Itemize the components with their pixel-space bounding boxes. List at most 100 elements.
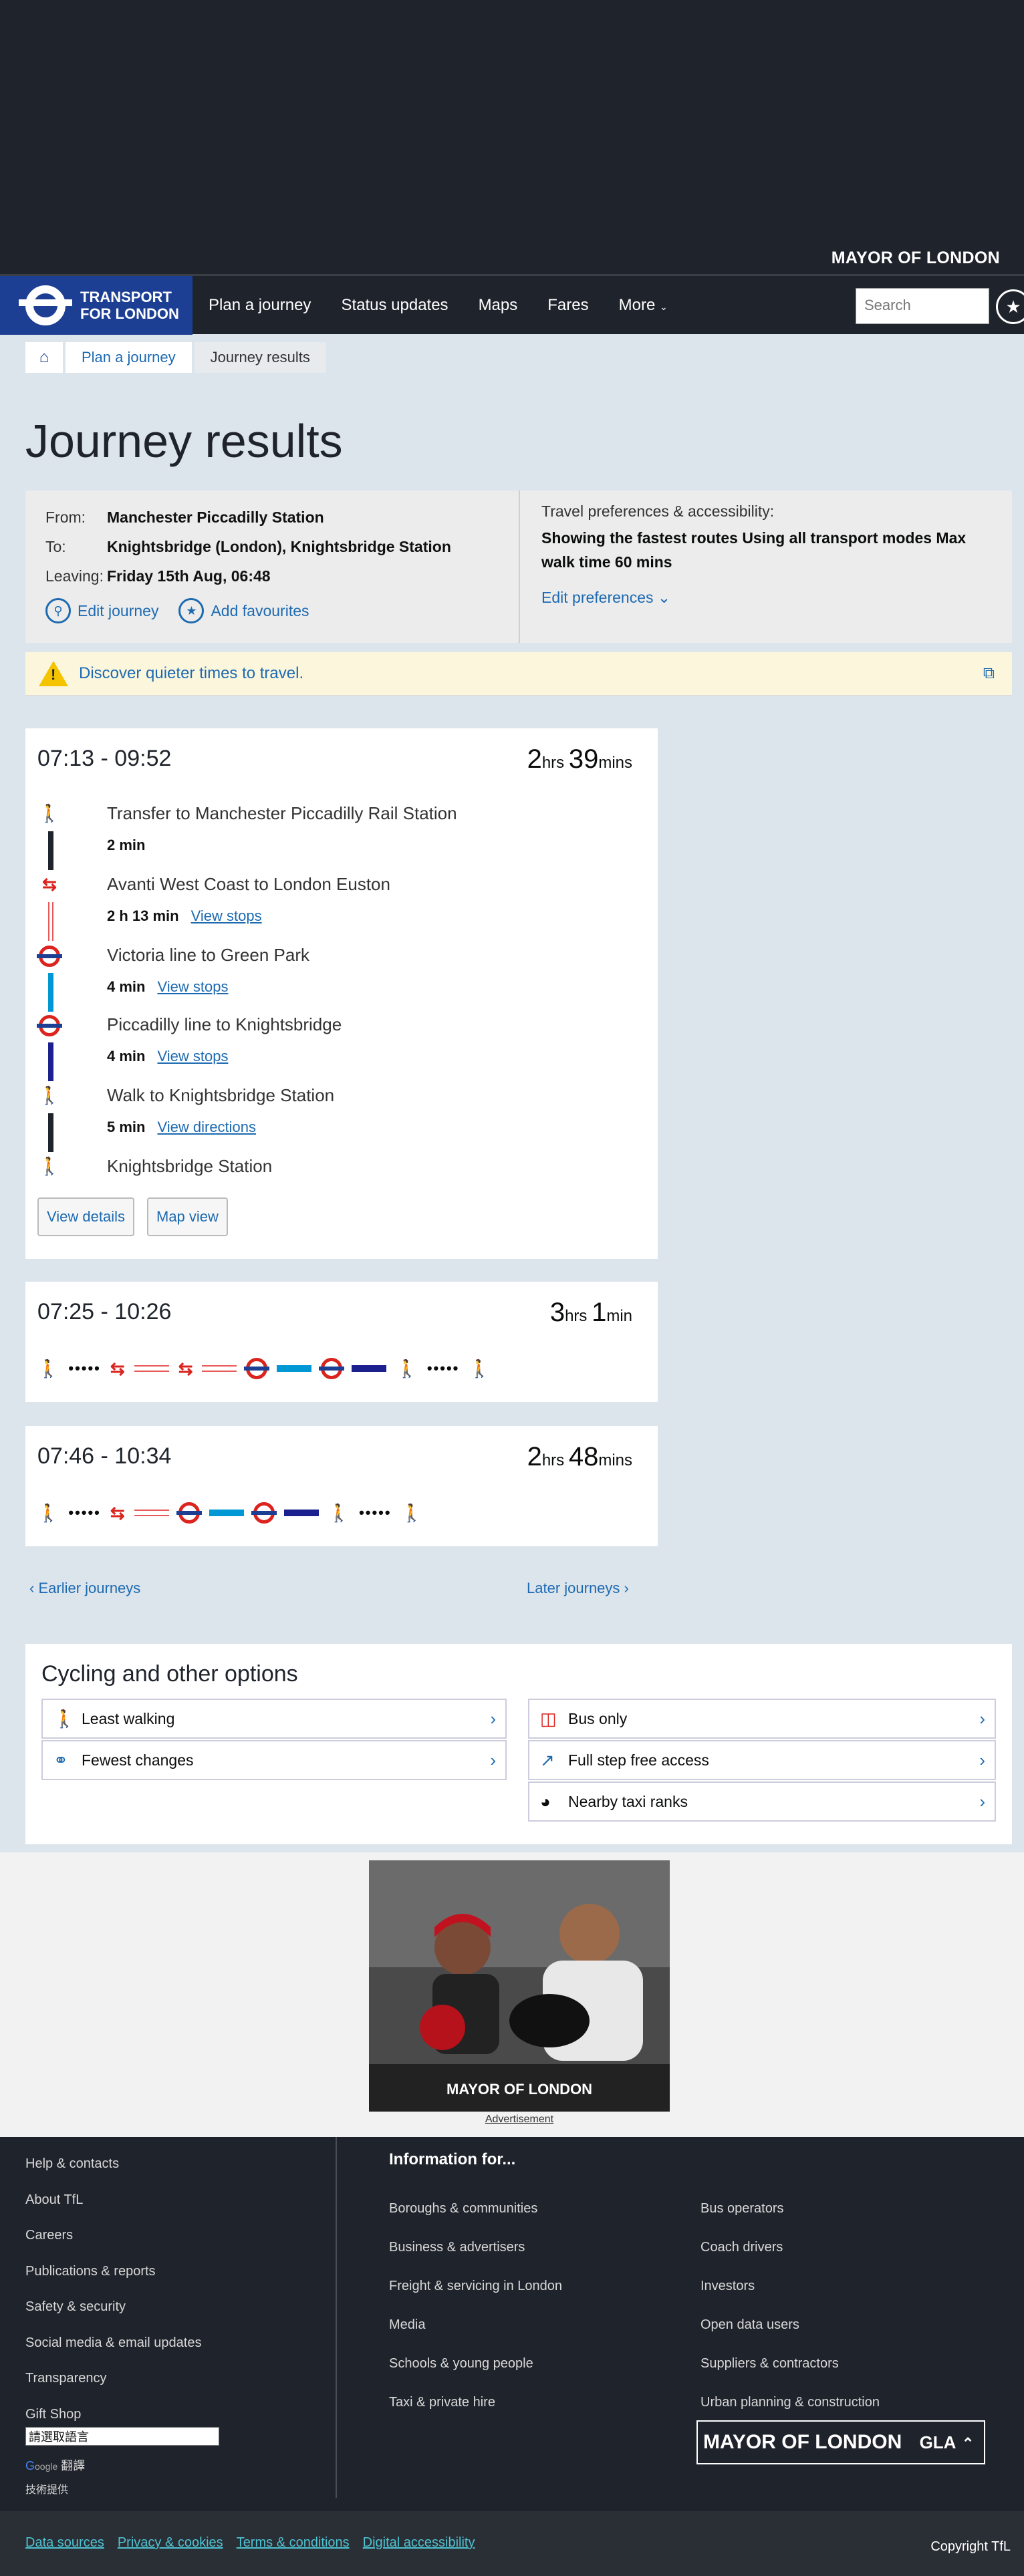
copyright: Copyright TfL xyxy=(930,2539,1011,2554)
bus-only-option[interactable]: ◫ Bus only › xyxy=(528,1699,996,1739)
taxi-icon: ◕ xyxy=(540,1791,551,1812)
view-details-button[interactable]: View details xyxy=(37,1197,134,1236)
star-icon: ★ xyxy=(178,598,205,623)
journey-duration: 2hrs 48mins xyxy=(527,1442,632,1471)
edit-journey-link[interactable]: ⚲ Edit journey xyxy=(45,596,158,625)
view-stops-link[interactable]: View stops xyxy=(191,907,262,924)
mode-strip: 🚶 ••••• ⇆ ⇆ 🚶 ••••• 🚶 xyxy=(37,1358,491,1379)
view-stops-link[interactable]: View stops xyxy=(157,1048,228,1064)
footer-link[interactable]: Suppliers & contractors xyxy=(700,2344,880,2383)
victoria-line xyxy=(209,1510,244,1516)
legal-links: Data sources Privacy & cookies Terms & c… xyxy=(25,2535,475,2551)
footer-link[interactable]: Social media & email updates xyxy=(25,2325,201,2362)
rail-line xyxy=(134,1365,169,1372)
view-stops-link[interactable]: View stops xyxy=(157,978,228,995)
footer-link[interactable]: Media xyxy=(389,2305,562,2344)
piccadilly-line xyxy=(352,1365,387,1372)
footer-link[interactable]: Bus operators xyxy=(700,2189,880,2228)
prefs-label: Travel preferences & accessibility: xyxy=(541,503,775,520)
add-favourites-link[interactable]: ★ Add favourites xyxy=(178,596,309,625)
walk-icon: 🚶 xyxy=(38,1156,61,1176)
footer-link[interactable]: Safety & security xyxy=(25,2289,201,2325)
mayor-of-london-logo[interactable]: MAYOR OF LONDON xyxy=(831,249,1000,268)
nav-maps[interactable]: Maps xyxy=(479,296,518,315)
taxi-ranks-option[interactable]: ◕ Nearby taxi ranks › xyxy=(528,1781,996,1822)
step-free-option[interactable]: ↗ Full step free access › xyxy=(528,1740,996,1780)
google-translate[interactable]: Google 翻譯 xyxy=(25,2456,85,2474)
footer-link[interactable]: Boroughs & communities xyxy=(389,2189,562,2228)
privacy-link[interactable]: Privacy & cookies xyxy=(118,2535,223,2551)
advertisement-image[interactable]: MAYOR OF LONDON Advertisement xyxy=(369,1860,670,2128)
bus-icon: ◫ xyxy=(540,1708,557,1729)
chevron-left-icon: ‹ xyxy=(29,1580,35,1596)
powered-by: 技術提供 xyxy=(25,2484,69,2496)
external-link-icon[interactable]: ⧉ xyxy=(983,664,995,683)
edit-preferences-link[interactable]: Edit preferences ⌄ xyxy=(541,589,991,607)
mayor-gla-logo[interactable]: MAYOR OF LONDON GLA ⌃ xyxy=(696,2420,985,2464)
journey-time: 07:46 - 10:34 xyxy=(37,1443,172,1469)
main-nav: TRANSPORT FOR LONDON Plan a journey Stat… xyxy=(0,274,1024,335)
underground-roundel-icon xyxy=(37,1014,62,1037)
from-label: From: xyxy=(45,509,86,526)
earlier-journeys-link[interactable]: ‹ Earlier journeys xyxy=(29,1580,140,1597)
quieter-times-banner: ! Discover quieter times to travel. ⧉ xyxy=(25,652,1012,696)
footer-link[interactable]: Business & advertisers xyxy=(389,2228,562,2267)
footer-link[interactable]: Careers xyxy=(25,2218,201,2254)
footer-link[interactable]: Investors xyxy=(700,2267,880,2305)
accessibility-link[interactable]: Digital accessibility xyxy=(363,2535,475,2551)
fewest-changes-option[interactable]: ⚭ Fewest changes › xyxy=(41,1740,507,1780)
step-free-icon: ↗ xyxy=(540,1749,555,1770)
nav-fares[interactable]: Fares xyxy=(547,296,588,315)
favourites-star-icon[interactable]: ★ xyxy=(996,289,1024,324)
national-rail-icon: ⇆ xyxy=(110,1358,125,1379)
view-directions-link[interactable]: View directions xyxy=(157,1119,256,1135)
search-input[interactable]: Search xyxy=(856,288,989,324)
footer-link[interactable]: Coach drivers xyxy=(700,2228,880,2267)
rail-line xyxy=(48,902,53,941)
map-view-button[interactable]: Map view xyxy=(147,1197,228,1236)
piccadilly-line xyxy=(48,1042,53,1081)
language-select[interactable]: 請選取語言 xyxy=(25,2427,219,2446)
footer-link[interactable]: Help & contacts xyxy=(25,2146,201,2182)
data-sources-link[interactable]: Data sources xyxy=(25,2535,104,2551)
info-for-title: Information for... xyxy=(389,2150,516,2168)
brand-line-1: TRANSPORT xyxy=(80,288,172,305)
advertisement-label[interactable]: Advertisement xyxy=(369,2112,670,2128)
walk-icon: 🚶 xyxy=(400,1502,422,1523)
piccadilly-line xyxy=(283,1510,319,1516)
chevron-right-icon: › xyxy=(624,1580,629,1596)
chevron-up-icon: ⌃ xyxy=(961,2435,975,2452)
rail-line xyxy=(202,1365,237,1372)
journey-card[interactable]: 07:25 - 10:26 3hrs 1min 🚶 ••••• ⇆ ⇆ 🚶 ••••… xyxy=(25,1282,658,1402)
rail-line xyxy=(134,1510,169,1516)
footer-link[interactable]: Taxi & private hire xyxy=(389,2383,562,2422)
footer-link[interactable]: Freight & servicing in London xyxy=(389,2267,562,2305)
footer-link[interactable]: Publications & reports xyxy=(25,2254,201,2290)
nav-status-updates[interactable]: Status updates xyxy=(341,296,448,315)
least-walking-option[interactable]: 🚶 Least walking › xyxy=(41,1699,507,1739)
warning-icon: ! xyxy=(39,661,68,686)
nav-plan-journey[interactable]: Plan a journey xyxy=(209,296,311,315)
breadcrumb-plan-journey[interactable]: Plan a journey xyxy=(66,342,192,373)
roundel-icon xyxy=(19,285,72,325)
walk-icon: 🚶 xyxy=(38,803,61,823)
walk-dots: ••••• xyxy=(68,1360,101,1377)
underground-roundel-icon xyxy=(37,945,62,968)
quieter-times-link[interactable]: Discover quieter times to travel. xyxy=(79,664,303,683)
later-journeys-link[interactable]: Later journeys › xyxy=(527,1580,629,1597)
home-icon[interactable]: ⌂ xyxy=(25,342,63,373)
walk-icon: 🚶 xyxy=(37,1358,59,1379)
journey-time: 07:13 - 09:52 xyxy=(37,746,172,771)
nav-more[interactable]: More ⌄ xyxy=(619,296,668,315)
to-value: Knightsbridge (London), Knightsbridge St… xyxy=(107,538,451,555)
terms-link[interactable]: Terms & conditions xyxy=(237,2535,350,2551)
footer-link[interactable]: About TfL xyxy=(25,2182,201,2219)
footer-link[interactable]: Schools & young people xyxy=(389,2344,562,2383)
walk-dots: ••••• xyxy=(359,1504,392,1521)
footer-link[interactable]: Urban planning & construction xyxy=(700,2383,880,2422)
journey-card[interactable]: 07:46 - 10:34 2hrs 48mins 🚶 ••••• ⇆ 🚶 ••••… xyxy=(25,1426,658,1546)
from-value: Manchester Piccadilly Station xyxy=(107,509,324,526)
tfl-logo[interactable]: TRANSPORT FOR LONDON xyxy=(0,275,193,335)
footer-link[interactable]: Transparency xyxy=(25,2361,201,2397)
footer-link[interactable]: Open data users xyxy=(700,2305,880,2344)
